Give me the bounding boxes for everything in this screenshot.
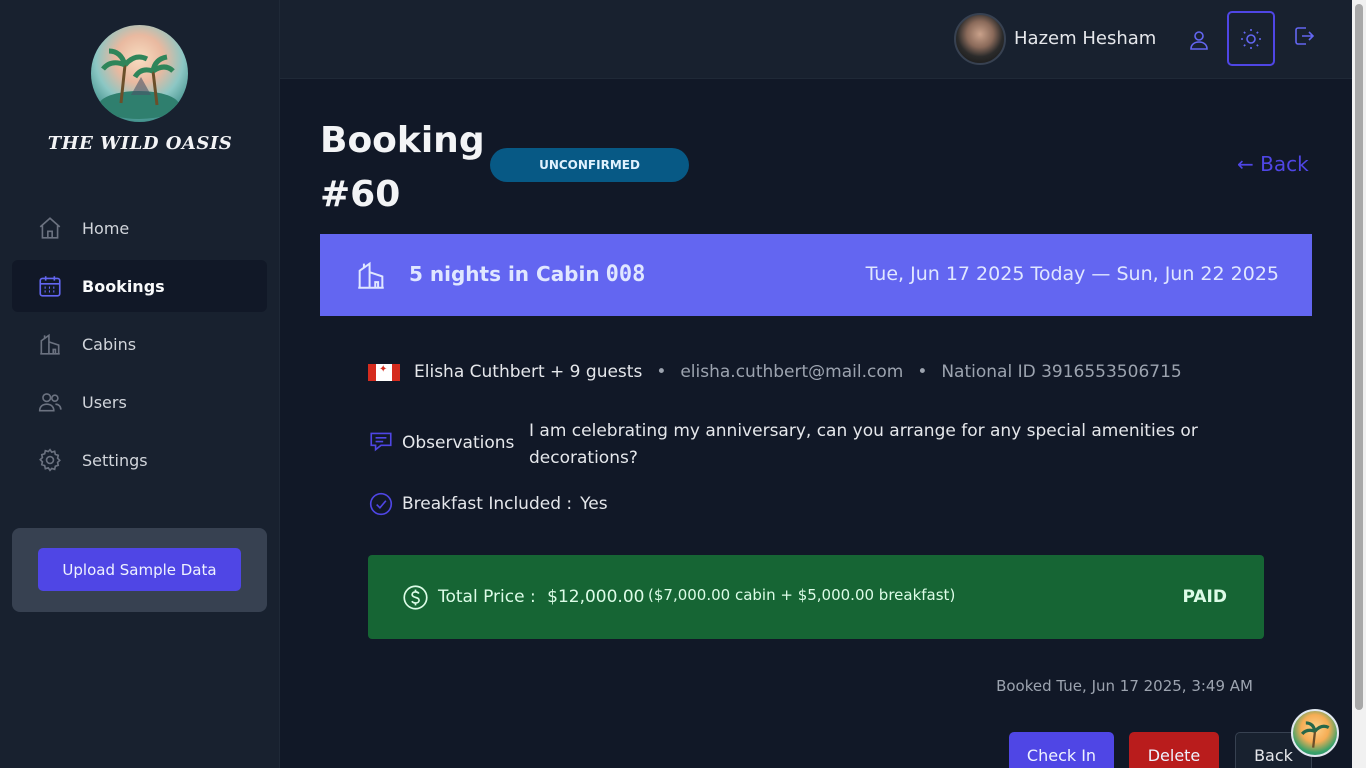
sidebar-nav: Home Bookings Cabins Users Settings bbox=[12, 202, 267, 492]
separator-dot: • bbox=[917, 362, 928, 382]
top-header: Hazem Hesham bbox=[280, 0, 1352, 79]
sidebar-item-bookings[interactable]: Bookings bbox=[12, 260, 267, 312]
sidebar-item-label: Users bbox=[82, 392, 127, 412]
price-breakdown: ($7,000.00 cabin + $5,000.00 breakfast) bbox=[648, 586, 956, 604]
price-summary: Total Price : $12,000.00 ($7,000.00 cabi… bbox=[368, 555, 1264, 639]
total-price-label: Total Price : bbox=[438, 587, 536, 607]
observations-text: I am celebrating my anniversary, can you… bbox=[529, 421, 1198, 468]
nights-summary: 5 nights in Cabin 008 bbox=[409, 262, 645, 287]
avatar bbox=[954, 13, 1006, 65]
sidebar-item-users[interactable]: Users bbox=[12, 376, 267, 428]
sidebar-item-settings[interactable]: Settings bbox=[12, 434, 267, 486]
chat-widget-button[interactable] bbox=[1291, 709, 1339, 757]
logout-button[interactable] bbox=[1280, 8, 1328, 63]
sidebar-item-label: Home bbox=[82, 218, 130, 238]
users-icon bbox=[37, 389, 63, 415]
cabin-icon bbox=[37, 331, 63, 357]
check-in-button[interactable]: Check In bbox=[1009, 732, 1114, 768]
scrollbar-thumb[interactable] bbox=[1355, 4, 1363, 710]
canada-flag-icon bbox=[368, 363, 400, 381]
breakfast-row: Breakfast Included : Yes bbox=[368, 491, 608, 517]
logo-text: THE WILD OASIS bbox=[47, 133, 233, 154]
national-id: National ID 3916553506715 bbox=[941, 362, 1182, 382]
nights-text: 5 nights in Cabin bbox=[409, 262, 600, 286]
gear-icon bbox=[37, 447, 63, 473]
guest-name: Elisha Cuthbert + 9 guests bbox=[414, 362, 643, 382]
back-link[interactable]: ← Back bbox=[1237, 152, 1309, 176]
breakfast-value: Yes bbox=[580, 494, 608, 514]
sidebar: THE WILD OASIS Home Bookings Cabins User… bbox=[0, 0, 280, 768]
guest-info: Elisha Cuthbert + 9 guests • elisha.cuth… bbox=[368, 360, 1182, 384]
upload-sample-data-button[interactable]: Upload Sample Data bbox=[38, 548, 241, 591]
account-button[interactable] bbox=[1175, 12, 1223, 67]
theme-toggle-button[interactable] bbox=[1227, 11, 1275, 66]
cabin-icon bbox=[354, 258, 388, 292]
booking-banner: 5 nights in Cabin 008 Tue, Jun 17 2025 To… bbox=[320, 234, 1312, 316]
sidebar-item-label: Bookings bbox=[82, 276, 165, 296]
logo-image bbox=[91, 25, 188, 122]
dollar-circle-icon bbox=[402, 584, 429, 611]
palm-tree-icon bbox=[99, 48, 179, 119]
stay-dates: Tue, Jun 17 2025 Today — Sun, Jun 22 202… bbox=[865, 263, 1279, 285]
observations-label: Observations bbox=[402, 433, 515, 453]
total-price-value: $12,000.00 bbox=[547, 587, 645, 607]
sun-icon bbox=[1241, 28, 1261, 49]
calendar-icon bbox=[37, 273, 63, 299]
user-name: Hazem Hesham bbox=[1014, 28, 1157, 49]
page-title: Booking #60 bbox=[320, 120, 485, 215]
home-icon bbox=[37, 215, 63, 241]
payment-status: PAID bbox=[1182, 587, 1228, 607]
sidebar-item-home[interactable]: Home bbox=[12, 202, 267, 254]
separator-dot: • bbox=[656, 362, 667, 382]
total-price: Total Price : $12,000.00 bbox=[438, 587, 644, 607]
chat-bubble-icon bbox=[368, 428, 394, 454]
delete-button[interactable]: Delete bbox=[1129, 732, 1219, 768]
cabin-number: 008 bbox=[605, 262, 646, 287]
booked-timestamp: Booked Tue, Jun 17 2025, 3:49 AM bbox=[996, 677, 1253, 695]
sidebar-item-label: Settings bbox=[82, 450, 148, 470]
scrollbar[interactable] bbox=[1352, 0, 1366, 768]
palm-tree-icon bbox=[1300, 721, 1330, 748]
upload-panel: Upload Sample Data bbox=[12, 528, 267, 612]
check-circle-icon bbox=[368, 491, 394, 517]
sidebar-item-cabins[interactable]: Cabins bbox=[12, 318, 267, 370]
sidebar-item-label: Cabins bbox=[82, 334, 137, 354]
status-badge: UNCONFIRMED bbox=[490, 148, 689, 182]
logout-icon bbox=[1295, 26, 1315, 45]
breakfast-label: Breakfast Included : bbox=[402, 494, 573, 514]
user-icon bbox=[1190, 30, 1208, 50]
guest-email: elisha.cuthbert@mail.com bbox=[680, 362, 904, 382]
